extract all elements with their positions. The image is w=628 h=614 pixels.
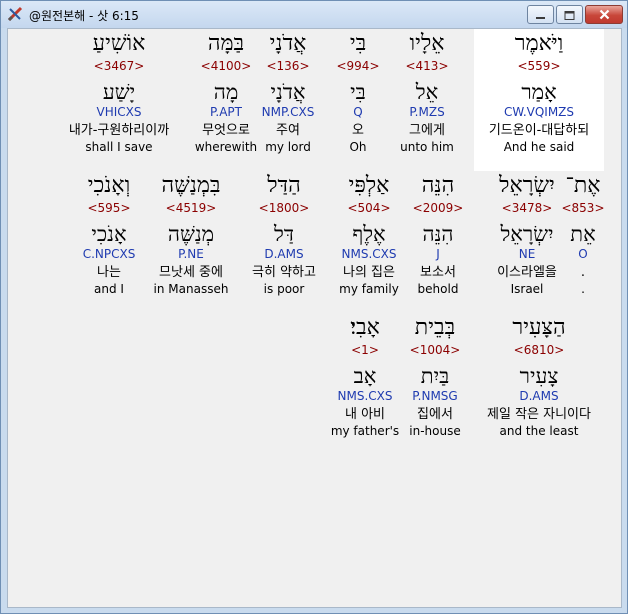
hebrew-word: וַיֹּאמֶר [514,31,564,56]
korean-gloss: 제일 작은 자니이다 [487,407,591,422]
morph-code[interactable]: D.AMS [474,390,604,406]
korean-gloss: 기드온이-대답하되 [488,123,590,138]
english-gloss: and the least [499,424,579,438]
hebrew-lemma: אָנֹכִי [91,222,127,246]
korean-gloss: 내 아비 [344,407,385,422]
strongs-number[interactable]: <559> [474,60,604,76]
word-cell[interactable]: וַיֹּאמֶר <559> אָמַר CW.VQIMZS 기드온이-대답하… [474,29,604,171]
minimize-icon [535,5,546,24]
maximize-icon [564,5,575,24]
close-icon [599,5,610,24]
korean-gloss: 내가-구원하리이까 [68,123,170,138]
word-cell[interactable]: הַצָּעִיר <6810> צָעִיר D.AMS 제일 작은 자니이다… [474,313,604,441]
hebrew-word: הַצָּעִיר [512,315,566,340]
hebrew-lemma: צָעִיר [519,364,559,388]
hebrew-lemma: אָמַר [521,80,557,104]
minimize-button[interactable] [527,5,554,24]
morph-code[interactable]: CW.VQIMZS [474,106,604,122]
english-gloss: shall I save [85,140,153,154]
morph-code[interactable]: VHICXS [49,106,189,122]
strongs-number[interactable]: <595> [59,202,159,218]
hebrew-lemma: יָשַׁע [102,80,136,104]
hebrew-lemma: אָב [353,364,377,388]
word-cell[interactable]: אוֹשִׁיעַ <3467> יָשַׁע VHICXS 내가-구원하리이까… [49,29,189,157]
app-window: @원전본해 - 삿 6:15 וַיֹּאמֶר <559> אָמַר CW.… [0,0,628,614]
title-bar[interactable]: @원전본해 - 삿 6:15 [1,1,627,28]
word-cell[interactable]: אָבִי׃ <1> אָב NMS.CXS 내 아비 my father's [315,313,415,441]
close-button[interactable] [585,5,623,24]
pencil-ruler-icon[interactable] [7,6,23,22]
strongs-number[interactable]: <1> [315,344,415,360]
window-title: @원전본해 - 삿 6:15 [29,9,139,23]
morph-code[interactable]: C.NPCXS [59,248,159,264]
interlinear-panel: וַיֹּאמֶר <559> אָמַר CW.VQIMZS 기드온이-대답하… [7,28,622,608]
strongs-number[interactable]: <3467> [49,60,189,76]
morph-code[interactable]: NMS.CXS [315,390,415,406]
english-gloss: my father's [330,424,400,438]
strongs-number[interactable]: <6810> [474,344,604,360]
hebrew-word: וְאָנֹכִי [87,173,131,198]
maximize-button[interactable] [556,5,583,24]
hebrew-word: אָבִי׃ [350,315,380,340]
hebrew-word: אוֹשִׁיעַ [92,31,146,56]
english-gloss: And he said [503,140,575,154]
english-gloss: and I [94,282,124,296]
korean-gloss: 나는 [97,265,121,280]
word-cell[interactable]: וְאָנֹכִי <595> אָנֹכִי C.NPCXS 나는 and I [59,171,159,299]
